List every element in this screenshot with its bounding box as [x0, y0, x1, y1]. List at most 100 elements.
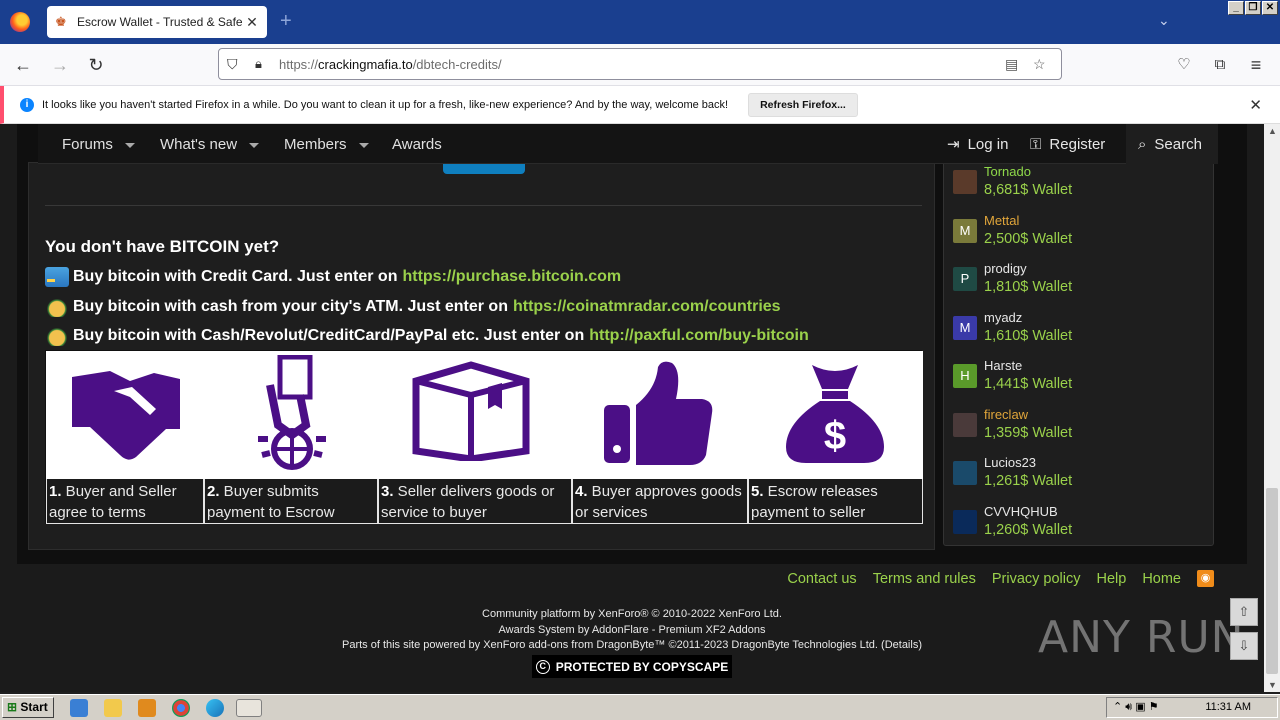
chevron-down-icon[interactable]	[124, 142, 135, 148]
avatar[interactable]	[953, 412, 977, 437]
username[interactable]: CVVHQHUB	[984, 504, 1058, 519]
chevron-down-icon[interactable]	[358, 142, 369, 148]
list-all-tabs-icon[interactable]: ⌄	[1158, 12, 1170, 29]
footer-link-help[interactable]: Help	[1096, 571, 1126, 587]
anyrun-watermark: ANY RUN	[1038, 612, 1245, 663]
firefox-taskbar-icon[interactable]	[236, 699, 262, 717]
back-icon[interactable]: ←	[12, 54, 34, 76]
search-icon: ⌕	[1138, 135, 1147, 153]
wallet-row[interactable]: Mmyadz 1,610$ Wallet	[953, 310, 1203, 350]
login-button[interactable]: ⇥ Log in	[935, 124, 1020, 164]
wallet-row[interactable]: Tornado 8,681$ Wallet	[953, 164, 1203, 204]
page-scrollbar[interactable]: ▲ ▼	[1264, 124, 1280, 692]
restore-icon[interactable]: ❐	[1245, 1, 1261, 15]
edge-icon[interactable]	[206, 699, 224, 717]
url-bar[interactable]: ⛉ 🔒︎ https://crackingmafia.to/dbtech-cre…	[218, 48, 1062, 80]
system-tray: ⌃ 🔊︎ ▣ ⚑ 11:31 AM	[1106, 697, 1278, 718]
escrow-steps-illustration: $	[46, 351, 923, 479]
nav-whats-new-label: What's new	[160, 136, 238, 153]
internet-explorer-icon[interactable]	[70, 699, 88, 717]
avatar[interactable]: P	[953, 267, 977, 291]
nav-awards[interactable]: Awards	[392, 136, 442, 153]
avatar[interactable]: M	[953, 218, 977, 243]
username[interactable]: Tornado	[984, 164, 1031, 179]
money-bag-icon	[45, 297, 69, 317]
username[interactable]: Mettal	[984, 213, 1019, 228]
username[interactable]: Harste	[984, 358, 1022, 373]
avatar[interactable]	[953, 170, 977, 194]
wallet-amount: 1,441$	[984, 376, 1029, 392]
start-button[interactable]: ⊞ Start	[2, 697, 54, 718]
media-player-icon[interactable]	[138, 699, 156, 717]
nav-whats-new[interactable]: What's new	[160, 136, 260, 153]
folder-icon[interactable]	[104, 699, 122, 717]
wallet-amount: 1,261$	[984, 473, 1029, 489]
username[interactable]: Lucios23	[984, 455, 1036, 470]
chrome-icon[interactable]	[172, 699, 190, 717]
wallet-row[interactable]: CVVHQHUB 1,260$ Wallet	[953, 504, 1203, 544]
tracking-shield-icon[interactable]: ⛉	[227, 56, 245, 73]
wallet-value: 8,681$ Wallet	[984, 182, 1072, 198]
firefox-icon[interactable]	[10, 12, 30, 32]
footer-link-privacy[interactable]: Privacy policy	[992, 571, 1081, 587]
forward-icon[interactable]: →	[49, 54, 71, 76]
wallet-suffix: Wallet	[1028, 230, 1073, 247]
username[interactable]: fireclaw	[984, 407, 1028, 422]
username[interactable]: myadz	[984, 310, 1022, 325]
avatar[interactable]: H	[953, 364, 977, 388]
copyscape-badge[interactable]: C PROTECTED BY COPYSCAPE	[532, 655, 732, 678]
lock-icon[interactable]: 🔒︎	[255, 56, 271, 72]
register-button[interactable]: ⚿ Register	[1018, 124, 1117, 164]
refresh-firefox-button[interactable]: Refresh Firefox...	[748, 92, 858, 117]
url-text[interactable]: https://crackingmafia.to/dbtech-credits/	[279, 57, 1005, 72]
submit-button[interactable]	[443, 164, 525, 174]
rss-icon[interactable]: ◉	[1197, 570, 1214, 587]
menu-icon[interactable]: ≡	[1245, 54, 1267, 76]
minimize-icon[interactable]: _	[1228, 1, 1244, 15]
footer-link-contact[interactable]: Contact us	[787, 571, 856, 587]
close-notification-icon[interactable]: ✕	[1249, 96, 1262, 114]
buy-line-paxful: Buy bitcoin with Cash/Revolut/CreditCard…	[45, 326, 809, 346]
scroll-up-icon[interactable]: ▲	[1268, 126, 1277, 136]
wallet-row[interactable]: H Harste 1,441$ Wallet	[953, 358, 1203, 398]
buy-link[interactable]: http://paxful.com/buy-bitcoin	[589, 327, 809, 345]
buy-line-text: Buy bitcoin with Credit Card. Just enter…	[73, 268, 398, 285]
username[interactable]: prodigy	[984, 261, 1027, 276]
avatar[interactable]	[953, 509, 977, 534]
info-icon: i	[20, 97, 34, 112]
pocket-icon[interactable]: ♡	[1173, 54, 1195, 76]
wallet-row[interactable]: Pprodigy 1,810$ Wallet	[953, 261, 1203, 301]
notification-text: It looks like you haven't started Firefo…	[42, 98, 729, 111]
buy-link[interactable]: https://coinatmradar.com/countries	[513, 298, 781, 316]
footer-link-home[interactable]: Home	[1142, 571, 1181, 587]
wallet-row[interactable]: M Mettal 2,500$ Wallet	[953, 213, 1203, 253]
scroll-bottom-icon[interactable]: ⇩	[1230, 632, 1258, 660]
search-label: Search	[1154, 135, 1202, 153]
buy-link[interactable]: https://purchase.bitcoin.com	[402, 268, 621, 286]
copyscape-label: PROTECTED BY COPYSCAPE	[555, 659, 729, 674]
browser-tab[interactable]: ♚ Escrow Wallet - Trusted & Safe tra ✕	[47, 6, 267, 38]
chevron-down-icon[interactable]	[249, 142, 260, 148]
footer-link-terms[interactable]: Terms and rules	[873, 571, 976, 587]
copyright-icon: C	[535, 659, 550, 674]
scroll-top-icon[interactable]: ⇧	[1230, 598, 1258, 626]
wallet-row[interactable]: Lucios23 1,261$ Wallet	[953, 455, 1203, 495]
step-text: Buyer submits payment to Escrow	[207, 483, 335, 521]
avatar[interactable]	[953, 461, 977, 485]
thumbs-up-icon	[604, 361, 713, 465]
scroll-down-icon[interactable]: ▼	[1268, 680, 1277, 690]
tray-icons[interactable]: ⌃ 🔊︎ ▣ ⚑	[1113, 698, 1159, 717]
reader-view-icon[interactable]: ▤	[1005, 56, 1025, 73]
new-tab-icon[interactable]: +	[280, 10, 292, 33]
nav-members[interactable]: Members	[284, 136, 369, 153]
tab-close-icon[interactable]: ✕	[245, 14, 259, 31]
scrollbar-thumb[interactable]	[1266, 488, 1278, 674]
wallet-row[interactable]: fireclaw 1,359$ Wallet	[953, 407, 1203, 447]
close-window-icon[interactable]: ✕	[1262, 1, 1278, 15]
avatar[interactable]: M	[953, 315, 977, 340]
search-button[interactable]: ⌕ Search	[1126, 124, 1218, 164]
nav-forums[interactable]: Forums	[62, 136, 135, 153]
reload-icon[interactable]: ↻	[85, 54, 107, 76]
bookmark-star-icon[interactable]: ☆	[1033, 56, 1053, 73]
extensions-icon[interactable]: ⧉	[1209, 54, 1231, 76]
